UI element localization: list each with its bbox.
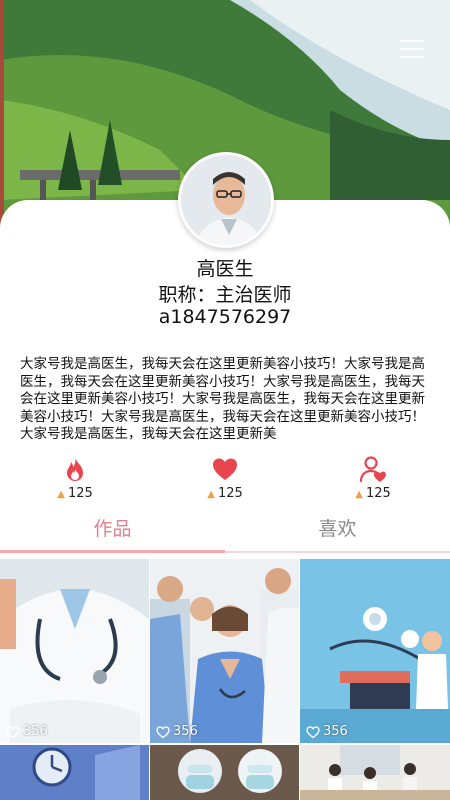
meeting-room-image <box>300 745 450 800</box>
heart-outline-icon <box>6 725 20 738</box>
menu-button[interactable] <box>400 40 424 60</box>
post-thumbnail[interactable] <box>0 745 149 800</box>
post-thumbnail[interactable] <box>300 745 450 800</box>
user-heart-icon <box>359 456 386 483</box>
doctor-stethoscope-image <box>0 559 149 743</box>
stat-followers[interactable]: ▲ 125 <box>338 455 408 501</box>
stat-popularity[interactable]: ▲ 125 <box>40 455 110 501</box>
up-arrow-icon: ▲ <box>355 489 363 500</box>
up-arrow-icon: ▲ <box>57 489 65 500</box>
post-thumbnail[interactable]: 356 <box>300 559 450 743</box>
stat-count: 125 <box>365 486 391 501</box>
post-thumbnail[interactable]: 356 <box>0 559 149 743</box>
tab-divider <box>225 551 450 553</box>
post-likes-count: 356 <box>323 724 348 739</box>
tab-likes[interactable]: 喜欢 <box>225 510 450 550</box>
post-grid: 356 356 356 <box>0 559 450 800</box>
post-likes-count: 356 <box>173 724 198 739</box>
fire-icon <box>67 457 83 481</box>
stat-likes[interactable]: ▲ 125 <box>190 455 260 501</box>
post-likes: 356 <box>6 724 48 739</box>
tab-works[interactable]: 作品 <box>0 510 225 550</box>
menu-icon-line <box>400 48 424 50</box>
menu-icon-line <box>400 40 424 42</box>
profile-screen: 高医生 职称：主治医师 a1847576297 大家号我是高医生，我每天会在这里… <box>0 0 450 800</box>
post-likes: 356 <box>306 724 348 739</box>
up-arrow-icon: ▲ <box>207 489 215 500</box>
stat-count: 125 <box>67 486 93 501</box>
post-thumbnail[interactable] <box>150 745 299 800</box>
avatar[interactable] <box>178 152 274 248</box>
menu-icon-line <box>400 56 424 58</box>
post-likes-count: 356 <box>23 724 48 739</box>
post-likes: 356 <box>156 724 198 739</box>
stats-bar: ▲ 125 ▲ 125 ▲ 125 <box>0 455 450 505</box>
post-thumbnail[interactable]: 356 <box>150 559 299 743</box>
doctors-in-masks-image <box>150 745 299 800</box>
bio-text: 大家号我是高医生，我每天会在这里更新美容小技巧！大家号我是高医生，我每天会在这里… <box>20 356 425 442</box>
heart-outline-icon <box>156 725 170 738</box>
medical-team-image <box>150 559 299 743</box>
account-id: a1847576297 <box>158 306 292 328</box>
medical-illustration-image <box>300 559 450 743</box>
doctor-title: 职称：主治医师 <box>158 284 292 306</box>
heart-icon <box>213 458 237 480</box>
doctor-name: 高医生 <box>196 258 254 280</box>
heart-outline-icon <box>306 725 320 738</box>
stat-count: 125 <box>217 486 243 501</box>
active-tab-indicator <box>0 550 225 553</box>
clock-illustration-image <box>0 745 149 800</box>
